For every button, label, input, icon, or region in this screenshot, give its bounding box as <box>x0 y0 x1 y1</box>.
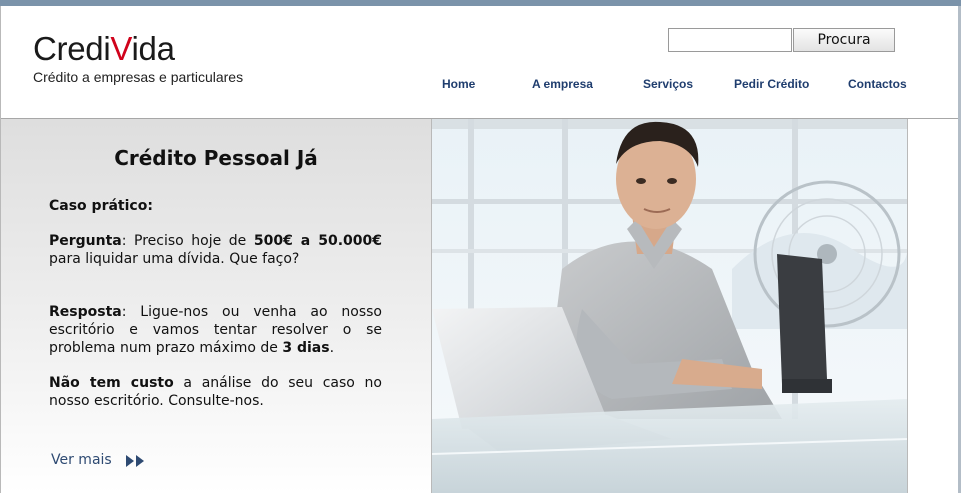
hero-photo-man-with-laptop <box>432 119 907 493</box>
site-logo[interactable]: CrediVida <box>33 30 175 68</box>
case-label: Caso prático: <box>49 198 153 214</box>
no-cost-label: Não tem custo <box>49 375 174 391</box>
question-text-1: : Preciso hoje de <box>121 233 254 249</box>
question-text-2: para liquidar uma dívida. Que faço? <box>49 251 300 267</box>
answer-text-2: . <box>329 340 335 356</box>
nav-item-contactos[interactable]: Contactos <box>848 77 907 91</box>
site-header: CrediVida Crédito a empresas e particula… <box>1 6 958 118</box>
nav-item-pedir-credito[interactable]: Pedir Crédito <box>734 77 809 91</box>
ver-mais-link[interactable]: Ver mais <box>51 452 112 468</box>
question-label: Pergunta <box>49 233 122 249</box>
question-amount: 500€ a 50.000€ <box>253 233 382 249</box>
nav-item-servicos[interactable]: Serviços <box>643 77 693 91</box>
answer-label: Resposta <box>49 304 122 320</box>
right-gutter <box>908 119 958 493</box>
question-paragraph: Pergunta: Preciso hoje de 500€ a 50.000€… <box>49 232 382 268</box>
answer-paragraph: Resposta: Ligue-nos ou venha ao nosso es… <box>49 303 382 357</box>
main-nav: Home A empresa Serviços Pedir Crédito Co… <box>1 77 958 97</box>
logo-suffix: ida <box>131 30 175 67</box>
no-cost-paragraph: Não tem custo a análise do seu caso no n… <box>49 374 382 410</box>
answer-deadline: 3 dias <box>282 340 330 356</box>
hero-image <box>431 119 908 493</box>
logo-accent-letter: V <box>110 30 132 67</box>
search-input[interactable] <box>668 28 792 52</box>
search-button[interactable]: Procura <box>793 28 895 52</box>
double-chevron-right-icon[interactable] <box>125 454 147 468</box>
nav-item-a-empresa[interactable]: A empresa <box>532 77 593 91</box>
promo-title: Crédito Pessoal Já <box>114 146 318 170</box>
logo-prefix: Credi <box>33 30 111 67</box>
nav-item-home[interactable]: Home <box>442 77 475 91</box>
promo-panel: Crédito Pessoal Já Caso prático: Pergunt… <box>1 119 431 493</box>
